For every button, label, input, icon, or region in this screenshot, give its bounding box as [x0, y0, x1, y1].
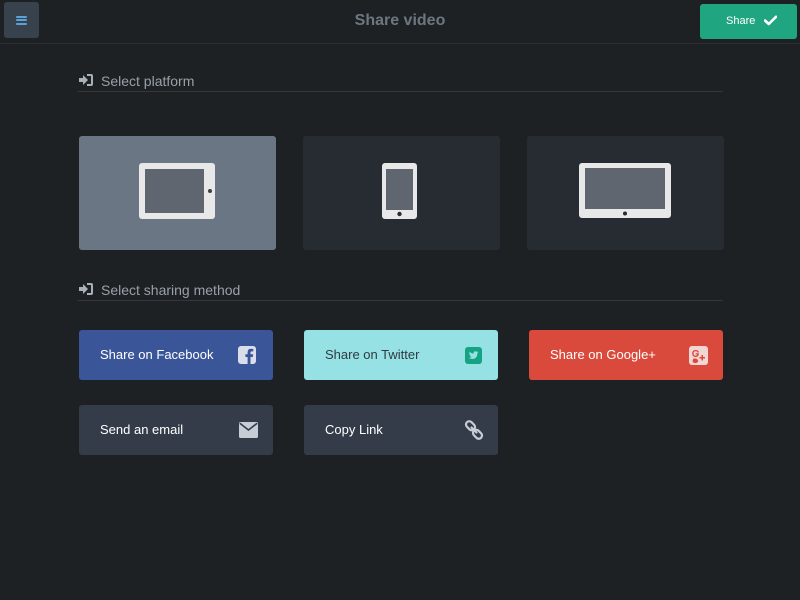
envelope-icon: [239, 422, 258, 438]
tablet-icon: [139, 163, 215, 219]
share-twitter-label: Share on Twitter: [325, 347, 420, 362]
select-method-label: Select sharing method: [101, 282, 241, 298]
link-icon: [464, 420, 484, 440]
copy-link-button[interactable]: Copy Link: [304, 405, 498, 455]
copy-link-label: Copy Link: [325, 422, 383, 437]
select-platform-label: Select platform: [101, 73, 195, 89]
share-facebook-label: Share on Facebook: [100, 347, 214, 362]
widescreen-tablet-icon: [579, 163, 671, 218]
sign-in-icon: [79, 74, 93, 86]
share-googleplus-label: Share on Google+: [550, 347, 656, 362]
share-googleplus-button[interactable]: Share on Google+: [529, 330, 723, 380]
share-facebook-button[interactable]: Share on Facebook: [79, 330, 273, 380]
phone-icon: [382, 163, 417, 219]
send-email-button[interactable]: Send an email: [79, 405, 273, 455]
platform-widescreen[interactable]: [527, 136, 724, 250]
page-title: Share video: [354, 12, 446, 29]
share-twitter-button[interactable]: Share on Twitter: [304, 330, 498, 380]
checkmark-icon: [764, 15, 777, 26]
top-bar: Share video Share: [0, 0, 800, 44]
send-email-label: Send an email: [100, 422, 184, 437]
platform-phone[interactable]: [303, 136, 500, 250]
platform-tablet[interactable]: [79, 136, 276, 250]
select-method-heading: Select sharing method: [78, 281, 723, 301]
share-button[interactable]: Share: [700, 4, 797, 39]
select-platform-heading: Select platform: [78, 72, 723, 92]
twitter-icon: [465, 347, 482, 364]
sign-in-icon: [79, 283, 93, 295]
google-plus-icon: [689, 346, 708, 365]
facebook-icon: [238, 346, 256, 364]
share-button-label: Share: [726, 15, 756, 27]
